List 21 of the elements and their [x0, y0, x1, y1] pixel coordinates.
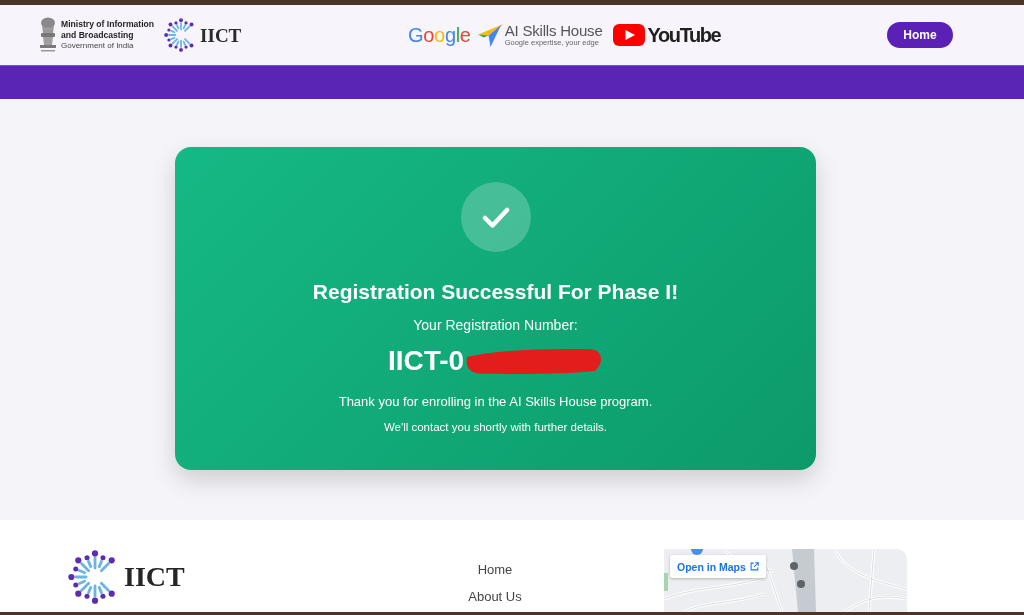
ministry-name: Ministry of Information and Broadcasting [61, 19, 155, 40]
emblem-icon [38, 17, 58, 53]
logo-wordmark: IICT [200, 25, 242, 45]
success-title: Registration Successful For Phase I! [312, 279, 679, 305]
thank-you-message: Thank you for enrolling in the AI Skills House program. [338, 393, 653, 410]
registration-number: IICT-0 [387, 346, 465, 376]
number-label: Your Registration Number: [413, 316, 578, 334]
open-in-maps-link[interactable]: Open in Maps [670, 555, 766, 578]
home-button[interactable]: Home [887, 22, 953, 48]
paper-plane-icon [477, 23, 503, 47]
play-icon [612, 24, 645, 46]
brand-wordmark: YouTube [647, 25, 721, 45]
follow-up-note: We'll contact you shortly with further details. [383, 420, 608, 435]
brand-name: AI Skills House [504, 23, 603, 38]
footer-link[interactable]: Home [477, 562, 513, 578]
logo-wordmark: IICT [124, 563, 185, 591]
brand-wordmark: Google [407, 25, 471, 45]
footer-link[interactable]: About Us [468, 589, 522, 605]
check-icon [460, 182, 531, 252]
government-label: Government of India [61, 41, 135, 51]
external-link-icon [749, 562, 759, 571]
